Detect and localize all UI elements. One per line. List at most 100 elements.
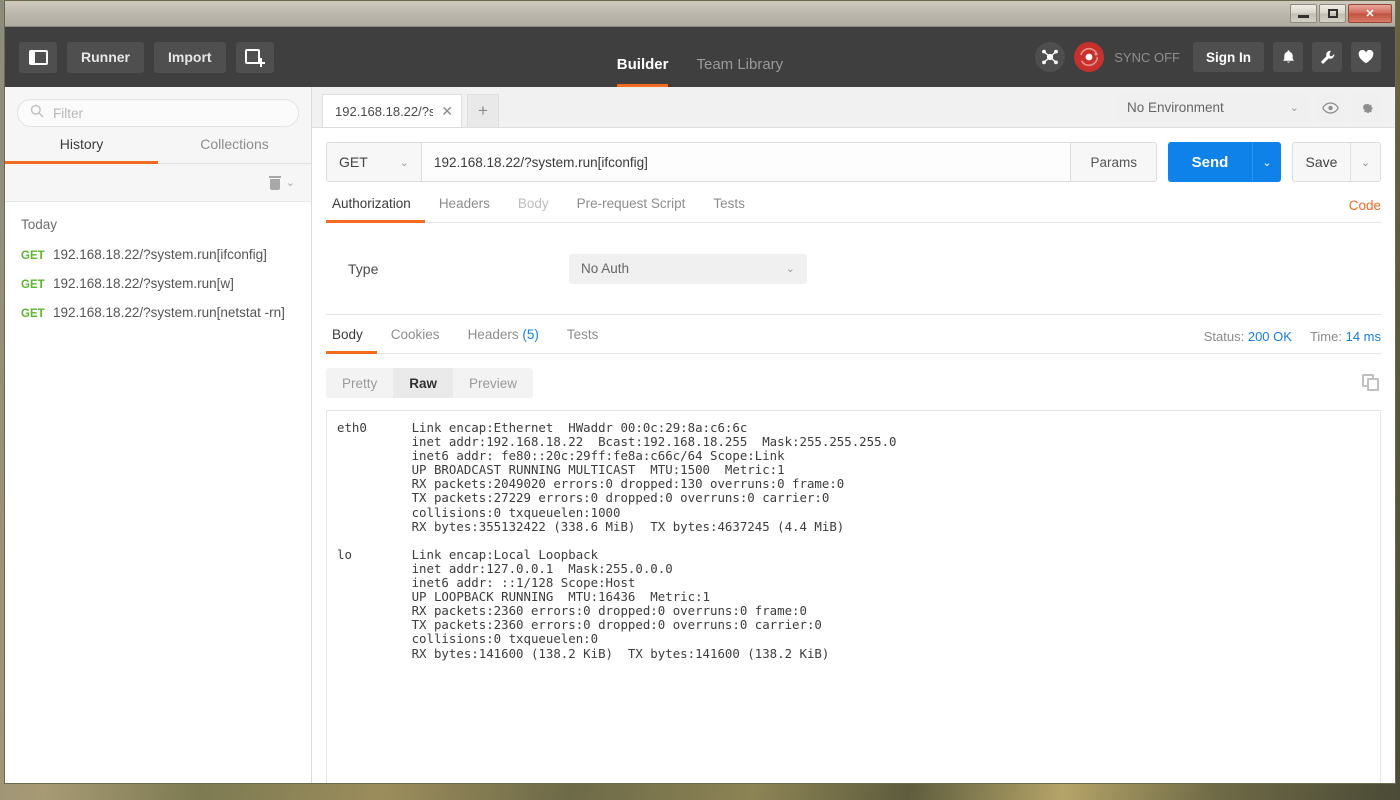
tab-pre-request-script[interactable]: Pre-request Script	[563, 196, 700, 223]
response-body-viewer[interactable]: eth0 Link encap:Ethernet HWaddr 00:0c:29…	[326, 410, 1381, 783]
new-window-plus-icon	[245, 49, 265, 66]
chevron-down-icon: ⌄	[1290, 101, 1299, 114]
tab-body[interactable]: Body	[504, 196, 563, 223]
interceptor-icon[interactable]	[1035, 42, 1065, 72]
search-input[interactable]: Filter	[17, 99, 299, 127]
sign-in-button[interactable]: Sign In	[1193, 42, 1264, 72]
window-restore-button[interactable]	[1319, 4, 1346, 23]
environment-select[interactable]: No Environment ⌄	[1117, 93, 1309, 122]
sidebar-tab-history[interactable]: History	[5, 136, 158, 164]
response-tab-body[interactable]: Body	[326, 327, 377, 354]
auth-type-value: No Auth	[581, 261, 629, 276]
format-pretty[interactable]: Pretty	[326, 368, 393, 398]
main-panel: 192.168.18.22/?syst ✕ + No Environment ⌄	[312, 87, 1395, 783]
chevron-down-icon: ⌄	[1262, 156, 1271, 169]
authorization-panel: Type No Auth ⌄	[326, 223, 1381, 315]
runner-button[interactable]: Runner	[67, 42, 144, 73]
environment-area: No Environment ⌄	[1117, 93, 1395, 127]
environment-quick-look-eye-icon[interactable]	[1316, 93, 1345, 122]
history-group-label: Today	[5, 202, 311, 240]
settings-wrench-icon[interactable]	[1312, 42, 1342, 72]
add-tab-button[interactable]: +	[467, 94, 499, 127]
save-button-group: Save ⌄	[1292, 142, 1381, 182]
close-icon: ✕	[1365, 7, 1374, 20]
list-item[interactable]: GET 192.168.18.22/?system.run[ifconfig]	[5, 240, 311, 269]
application-window: ✕ Runner Import Builder Team Library SYN…	[4, 0, 1396, 784]
format-raw[interactable]: Raw	[393, 368, 453, 398]
import-button[interactable]: Import	[154, 42, 226, 73]
tab-authorization[interactable]: Authorization	[326, 196, 425, 223]
sync-status-label: SYNC OFF	[1114, 50, 1180, 65]
response-tab-headers[interactable]: Headers (5)	[454, 327, 553, 354]
filter-wrapper: Filter	[5, 87, 311, 136]
favorites-heart-icon[interactable]	[1351, 42, 1381, 72]
params-button[interactable]: Params	[1071, 142, 1157, 182]
send-button[interactable]: Send	[1168, 142, 1252, 182]
new-request-button[interactable]	[236, 42, 274, 73]
notifications-bell-icon[interactable]	[1273, 42, 1303, 72]
trash-icon[interactable]	[269, 176, 281, 190]
close-icon[interactable]: ✕	[441, 103, 453, 120]
list-item[interactable]: GET 192.168.18.22/?system.run[netstat -r…	[5, 298, 311, 327]
response-body-text: eth0 Link encap:Ethernet HWaddr 00:0c:29…	[337, 421, 1380, 661]
send-options-caret[interactable]: ⌄	[1252, 142, 1281, 182]
auth-type-select[interactable]: No Auth ⌄	[569, 254, 807, 284]
tab-tests[interactable]: Tests	[699, 196, 759, 223]
sidebar-actions: ⌄	[5, 164, 311, 202]
save-options-caret[interactable]: ⌄	[1351, 142, 1381, 182]
sidebar-tab-collections[interactable]: Collections	[158, 136, 311, 164]
app-header: Runner Import Builder Team Library SYNC …	[5, 27, 1395, 87]
url-input[interactable]: 192.168.18.22/?system.run[ifconfig]	[422, 142, 1071, 182]
history-method: GET	[21, 279, 53, 291]
sync-icon[interactable]	[1074, 42, 1104, 72]
headers-count: (5)	[522, 327, 539, 342]
history-list: Today GET 192.168.18.22/?system.run[ifco…	[5, 202, 311, 783]
chevron-down-icon[interactable]: ⌄	[286, 176, 295, 189]
format-preview[interactable]: Preview	[453, 368, 533, 398]
url-value: 192.168.18.22/?system.run[ifconfig]	[434, 155, 648, 170]
history-method: GET	[21, 308, 53, 320]
settings-gear-icon[interactable]	[1352, 93, 1381, 122]
list-item[interactable]: GET 192.168.18.22/?system.run[w]	[5, 269, 311, 298]
status-value: 200 OK	[1248, 329, 1292, 344]
response-tab-cookies[interactable]: Cookies	[377, 327, 454, 354]
chevron-down-icon: ⌄	[400, 156, 409, 169]
save-button[interactable]: Save	[1292, 142, 1351, 182]
http-method-value: GET	[339, 154, 368, 170]
search-placeholder: Filter	[53, 106, 83, 121]
import-label: Import	[168, 49, 212, 65]
tab-headers[interactable]: Headers	[425, 196, 504, 223]
header-right-actions: SYNC OFF Sign In	[1035, 42, 1381, 72]
sidebar-toggle-icon	[29, 50, 48, 65]
code-link[interactable]: Code	[1349, 198, 1381, 222]
url-row: GET ⌄ 192.168.18.22/?system.run[ifconfig…	[312, 128, 1395, 182]
response-format-row: Pretty Raw Preview	[312, 354, 1395, 398]
tab-team-library[interactable]: Team Library	[696, 56, 783, 87]
chevron-down-icon: ⌄	[1361, 156, 1370, 169]
history-method: GET	[21, 250, 53, 262]
window-minimize-button[interactable]	[1290, 4, 1317, 23]
send-button-group: Send ⌄	[1168, 142, 1281, 182]
time-value: 14 ms	[1346, 329, 1381, 344]
response-tab-tests[interactable]: Tests	[553, 327, 613, 354]
environment-value: No Environment	[1127, 100, 1224, 115]
http-method-select[interactable]: GET ⌄	[326, 142, 422, 182]
tab-builder[interactable]: Builder	[617, 56, 669, 87]
response-meta: Status: 200 OK Time: 14 ms	[1204, 329, 1381, 353]
response-section-tabs: Body Cookies Headers (5) Tests Status: 2…	[326, 315, 1381, 354]
history-url: 192.168.18.22/?system.run[netstat -rn]	[53, 305, 285, 320]
window-close-button[interactable]: ✕	[1348, 4, 1392, 23]
history-url: 192.168.18.22/?system.run[ifconfig]	[53, 247, 267, 262]
sidebar: Filter History Collections ⌄ Today GET 1…	[5, 87, 312, 783]
sidebar-tabs: History Collections	[5, 136, 311, 164]
auth-type-label: Type	[326, 261, 569, 277]
app-body: Filter History Collections ⌄ Today GET 1…	[5, 87, 1395, 783]
window-titlebar: ✕	[5, 1, 1395, 27]
copy-icon[interactable]	[1362, 374, 1381, 393]
runner-label: Runner	[81, 49, 130, 65]
plus-icon: +	[478, 101, 488, 121]
request-section-tabs: Authorization Headers Body Pre-request S…	[326, 196, 1381, 223]
request-tab[interactable]: 192.168.18.22/?syst ✕	[322, 94, 462, 127]
sidebar-toggle-button[interactable]	[19, 42, 57, 73]
time-badge: Time: 14 ms	[1310, 329, 1381, 344]
